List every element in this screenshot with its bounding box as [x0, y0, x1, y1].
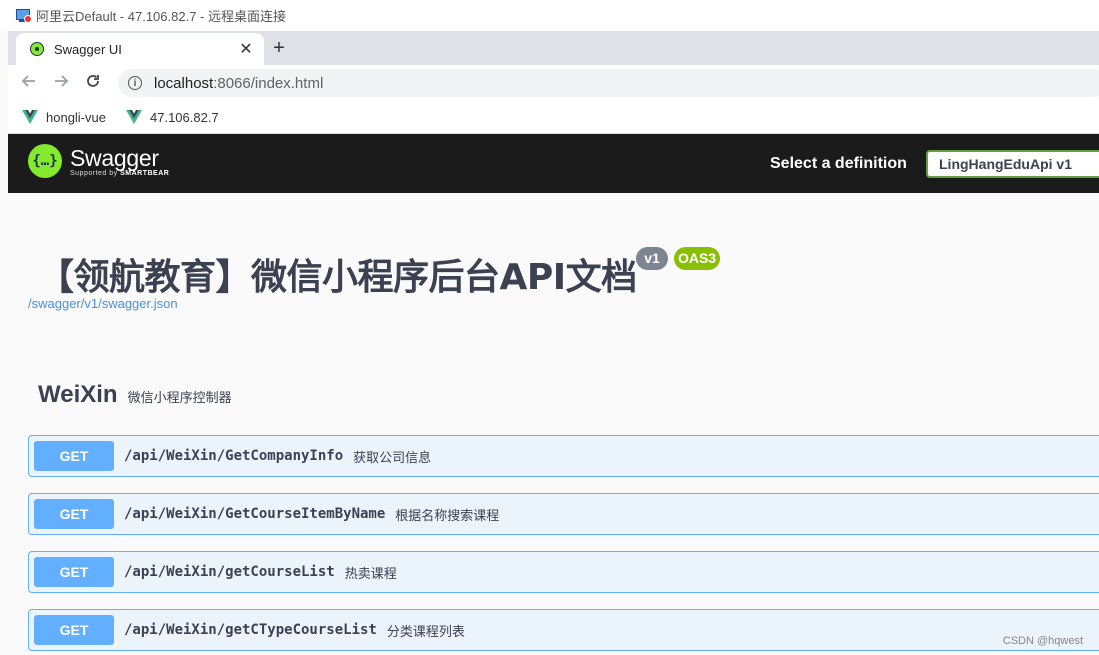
tag-description: 微信小程序控制器: [127, 390, 232, 405]
back-arrow-icon[interactable]: [18, 72, 40, 94]
swagger-logo-tagline: Supported by SMARTBEAR: [70, 169, 170, 177]
operation-path: /api/WeiXin/GetCompanyInfo: [124, 448, 344, 464]
reload-icon[interactable]: [82, 72, 104, 94]
window-title: 阿里云Default - 47.106.82.7 - 远程桌面连接: [36, 9, 286, 24]
swagger-logo-name: Swagger: [70, 144, 159, 171]
bookmarks-bar: hongli-vue 47.106.82.7: [8, 101, 1099, 134]
tag-section-header[interactable]: WeiXin 微信小程序控制器: [38, 381, 232, 409]
method-badge: GET: [34, 615, 114, 645]
swagger-logo-icon: {…}: [28, 144, 62, 178]
forward-arrow-icon[interactable]: [50, 72, 72, 94]
api-title: 【领航教育】微信小程序后台API文档: [38, 257, 637, 298]
operation-summary: 热卖课程: [344, 565, 397, 581]
swagger-topbar: {…} Swagger Supported by SMARTBEAR Selec…: [8, 134, 1099, 193]
operation-row[interactable]: GET /api/WeiXin/getCourseList 热卖课程: [28, 551, 1099, 593]
method-badge: GET: [34, 499, 114, 529]
operation-row[interactable]: GET /api/WeiXin/GetCompanyInfo 获取公司信息: [28, 435, 1099, 477]
operation-summary: 分类课程列表: [386, 623, 465, 639]
oas-badge: OAS3: [674, 247, 720, 270]
watermark: CSDN @hqwest: [1002, 635, 1083, 647]
swagger-content: 【领航教育】微信小程序后台API文档 v1 OAS3 /swagger/v1/s…: [8, 193, 1099, 655]
operation-summary: 根据名称搜索课程: [395, 507, 500, 523]
browser-toolbar: i localhost:8066/index.html: [8, 65, 1099, 101]
operation-path: /api/WeiXin/GetCourseItemByName: [124, 506, 386, 522]
bookmark-hongli-vue[interactable]: hongli-vue: [22, 110, 106, 125]
swagger-favicon-icon: [30, 42, 44, 56]
remote-desktop-icon: [16, 8, 32, 23]
operation-path: /api/WeiXin/getCTypeCourseList: [124, 622, 377, 638]
operation-summary: 获取公司信息: [353, 449, 432, 465]
definition-select[interactable]: LingHangEduApi v1: [926, 150, 1099, 178]
site-info-icon[interactable]: i: [128, 76, 142, 90]
operation-row[interactable]: GET /api/WeiXin/getCTypeCourseList 分类课程列…: [28, 609, 1099, 651]
version-badge: v1: [636, 247, 668, 270]
operation-path: /api/WeiXin/getCourseList: [124, 564, 335, 580]
method-badge: GET: [34, 557, 114, 587]
swagger-logo[interactable]: {…} Swagger Supported by SMARTBEAR: [28, 144, 169, 178]
method-badge: GET: [34, 441, 114, 471]
window-titlebar: 阿里云Default - 47.106.82.7 - 远程桌面连接: [0, 0, 1099, 31]
tab-strip: Swagger UI ✕ +: [8, 31, 1099, 65]
spec-url-link[interactable]: /swagger/v1/swagger.json: [28, 296, 178, 311]
bookmark-47-106-82-7[interactable]: 47.106.82.7: [126, 110, 219, 125]
tab-close-icon[interactable]: ✕: [236, 39, 256, 59]
tab-swagger-ui[interactable]: Swagger UI ✕: [16, 33, 264, 65]
vue-logo-icon: [126, 110, 142, 124]
new-tab-button[interactable]: +: [268, 37, 290, 59]
tab-title: Swagger UI: [54, 41, 122, 57]
url-text: localhost:8066/index.html: [154, 74, 324, 92]
select-definition-label: Select a definition: [770, 155, 907, 172]
operation-row[interactable]: GET /api/WeiXin/GetCourseItemByName 根据名称…: [28, 493, 1099, 535]
tag-name: WeiXin: [38, 381, 118, 408]
address-bar[interactable]: i localhost:8066/index.html: [118, 69, 1099, 97]
vue-logo-icon: [22, 110, 38, 124]
